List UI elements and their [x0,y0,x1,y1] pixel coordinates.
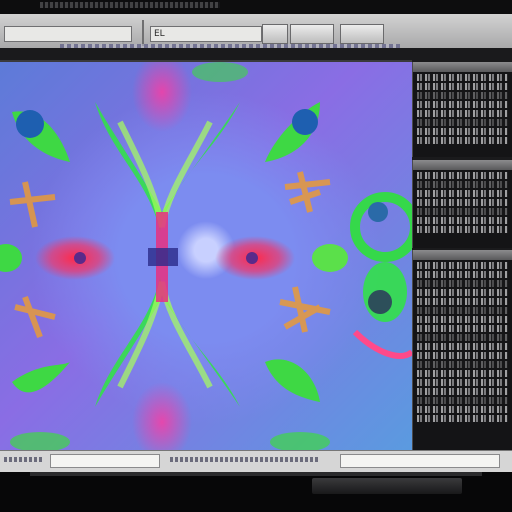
list-item[interactable] [417,379,508,386]
list-item[interactable] [417,307,508,314]
list-item[interactable] [417,172,508,179]
list-item[interactable] [417,352,508,359]
toolbar-field-2[interactable]: EL [150,26,262,42]
list-item[interactable] [417,92,508,99]
monitor-stand [312,478,462,494]
right-panel-bottom[interactable] [412,250,512,450]
right-panel-top[interactable] [412,62,512,157]
list-item[interactable] [417,361,508,368]
list-item[interactable] [417,128,508,135]
toolbar-button-2[interactable] [290,24,334,44]
toolbar-separator [142,20,144,46]
right-panel-middle-header [413,160,512,170]
list-item[interactable] [417,74,508,81]
toolbar-button-1[interactable] [262,24,288,44]
list-item[interactable] [417,110,508,117]
status-text [170,457,320,462]
list-item[interactable] [417,199,508,206]
right-panel-top-header [413,62,512,72]
list-item[interactable] [417,262,508,269]
list-item[interactable] [417,217,508,224]
list-item[interactable] [417,181,508,188]
toolbar-field-1[interactable] [4,26,132,42]
list-item[interactable] [417,83,508,90]
list-item[interactable] [417,271,508,278]
window-title-text [40,2,220,8]
status-field-2[interactable] [340,454,500,468]
list-item[interactable] [417,325,508,332]
status-field-1[interactable] [50,454,160,468]
list-item[interactable] [417,190,508,197]
status-bar [0,450,512,473]
window-title-strip [0,0,512,14]
list-item[interactable] [417,406,508,413]
list-item[interactable] [417,397,508,404]
image-canvas[interactable] [0,60,412,454]
list-item[interactable] [417,101,508,108]
right-panel-middle[interactable] [412,160,512,248]
list-item[interactable] [417,388,508,395]
toolbar-button-3[interactable] [340,24,384,44]
right-panel-bottom-header [413,250,512,260]
list-item[interactable] [417,226,508,233]
list-item[interactable] [417,298,508,305]
toolbar: EL [0,14,512,52]
list-item[interactable] [417,370,508,377]
list-item[interactable] [417,343,508,350]
list-item[interactable] [417,280,508,287]
list-item[interactable] [417,316,508,323]
list-item[interactable] [417,334,508,341]
list-item[interactable] [417,137,508,144]
canvas-artwork [0,62,412,454]
list-item[interactable] [417,415,508,422]
monitor-base [0,472,512,512]
list-item[interactable] [417,208,508,215]
list-item[interactable] [417,289,508,296]
list-item[interactable] [417,119,508,126]
monitor-lip [30,472,482,476]
status-text [4,457,44,462]
